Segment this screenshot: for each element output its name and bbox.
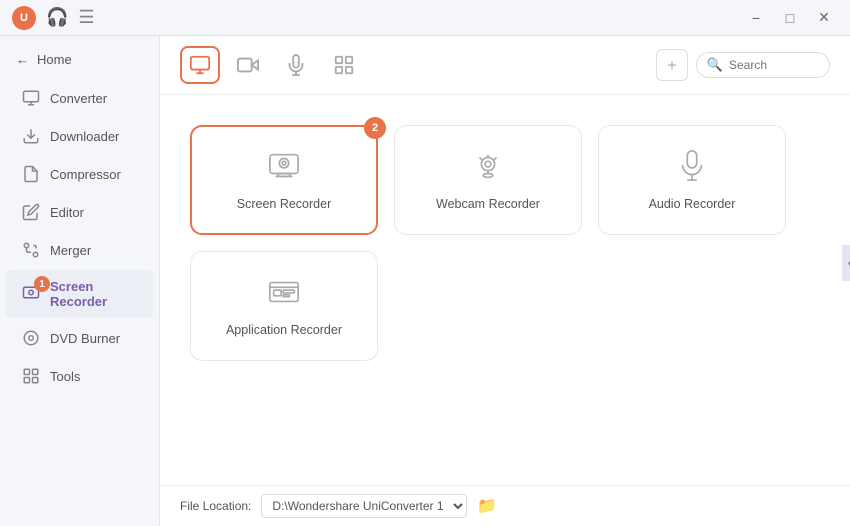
search-input[interactable]	[729, 58, 819, 72]
sidebar-label-merger: Merger	[50, 243, 91, 258]
card-label-audio-recorder: Audio Recorder	[649, 197, 736, 211]
card-screen-recorder[interactable]: 2 Screen Recorder	[190, 125, 378, 235]
screen-recorder-card-icon	[268, 150, 300, 189]
sidebar-label-screen-recorder: Screen Recorder	[50, 279, 137, 309]
folder-open-icon[interactable]: 📁	[477, 496, 497, 516]
dvd-burner-icon	[22, 329, 40, 347]
tab-apps[interactable]	[324, 46, 364, 84]
tools-icon	[22, 367, 40, 385]
sidebar-item-editor[interactable]: Editor	[6, 194, 153, 230]
titlebar-icons: U 🎧 ☰	[12, 6, 95, 30]
sidebar-item-converter[interactable]: Converter	[6, 80, 153, 116]
titlebar-left: U 🎧 ☰	[12, 6, 95, 30]
card-screen-recorder-badge: 2	[364, 117, 386, 139]
webcam-recorder-card-icon	[472, 150, 504, 189]
card-application-recorder[interactable]: Application Recorder	[190, 251, 378, 361]
cards-row-1: 2 Screen Recorder	[190, 125, 820, 235]
sidebar-label-dvd-burner: DVD Burner	[50, 331, 120, 346]
titlebar: U 🎧 ☰ − □ ✕	[0, 0, 850, 36]
sidebar-item-downloader[interactable]: Downloader	[6, 118, 153, 154]
card-webcam-recorder[interactable]: Webcam Recorder	[394, 125, 582, 235]
tab-audio[interactable]	[276, 46, 316, 84]
headset-icon[interactable]: 🎧	[46, 7, 68, 28]
sidebar-item-screen-recorder[interactable]: Screen Recorder 1	[6, 270, 153, 318]
converter-icon	[22, 89, 40, 107]
main-layout: ← Home Converter Downloader Compressor	[0, 36, 850, 526]
downloader-icon	[22, 127, 40, 145]
merger-icon	[22, 241, 40, 259]
tab-webcam[interactable]	[228, 46, 268, 84]
user-avatar[interactable]: U	[12, 6, 36, 30]
menu-icon[interactable]: ☰	[78, 7, 94, 28]
sidebar-label-tools: Tools	[50, 369, 80, 384]
toolbar-right: 🔍	[656, 49, 830, 81]
search-box: 🔍	[696, 52, 830, 78]
add-button[interactable]	[656, 49, 688, 81]
sidebar-label-editor: Editor	[50, 205, 84, 220]
sidebar-label-converter: Converter	[50, 91, 107, 106]
sidebar-item-merger[interactable]: Merger	[6, 232, 153, 268]
card-audio-recorder[interactable]: Audio Recorder	[598, 125, 786, 235]
compressor-icon	[22, 165, 40, 183]
window-controls: − □ ✕	[742, 8, 838, 28]
card-label-screen-recorder: Screen Recorder	[237, 197, 332, 211]
cards-area: 2 Screen Recorder	[160, 95, 850, 485]
content-toolbar: 🔍	[160, 36, 850, 95]
sidebar-collapse-btn[interactable]: ❮	[842, 245, 850, 281]
card-label-application-recorder: Application Recorder	[226, 323, 342, 337]
maximize-button[interactable]: □	[776, 8, 804, 28]
toolbar-tabs	[180, 46, 364, 84]
application-recorder-card-icon	[268, 276, 300, 315]
minimize-button[interactable]: −	[742, 8, 770, 28]
content-area: 🔍 2	[160, 36, 850, 526]
back-icon: ←	[16, 52, 29, 67]
search-icon: 🔍	[707, 57, 723, 73]
close-button[interactable]: ✕	[810, 8, 838, 28]
sidebar-label-downloader: Downloader	[50, 129, 119, 144]
sidebar-item-tools[interactable]: Tools	[6, 358, 153, 394]
file-location-select[interactable]: D:\Wondershare UniConverter 1	[261, 494, 467, 518]
cards-row-2: Application Recorder	[190, 251, 820, 361]
home-label: Home	[37, 52, 72, 67]
card-label-webcam-recorder: Webcam Recorder	[436, 197, 540, 211]
sidebar: ← Home Converter Downloader Compressor	[0, 36, 160, 526]
editor-icon	[22, 203, 40, 221]
audio-recorder-card-icon	[676, 150, 708, 189]
screen-recorder-badge: 1	[34, 276, 50, 292]
sidebar-item-compressor[interactable]: Compressor	[6, 156, 153, 192]
footer: File Location: D:\Wondershare UniConvert…	[160, 485, 850, 526]
file-location-label: File Location:	[180, 499, 251, 513]
sidebar-item-dvd-burner[interactable]: DVD Burner	[6, 320, 153, 356]
home-nav[interactable]: ← Home	[0, 44, 159, 75]
tab-screen[interactable]	[180, 46, 220, 84]
sidebar-label-compressor: Compressor	[50, 167, 121, 182]
